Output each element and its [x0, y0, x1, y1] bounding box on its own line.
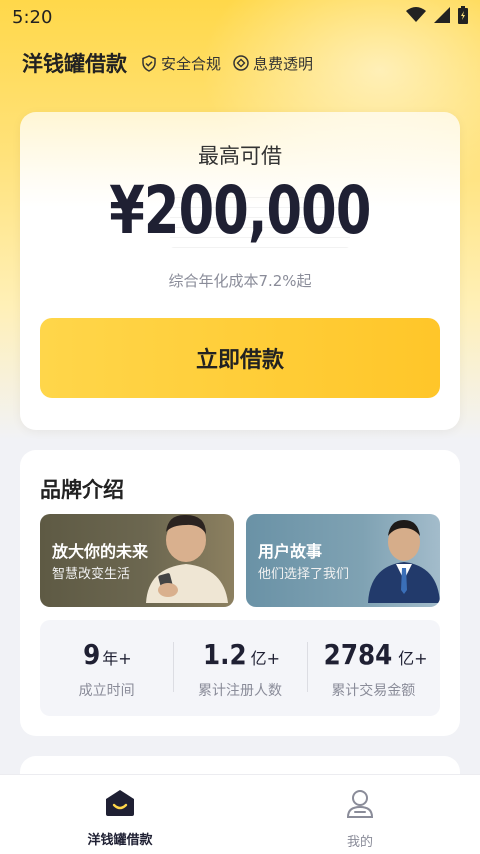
- app-header: 洋钱罐借款 安全合规 息费透明: [22, 46, 458, 80]
- stat-value: 9 年+: [40, 638, 173, 672]
- shield-check-icon: [141, 54, 157, 72]
- tab-label: 我的: [346, 835, 373, 850]
- stat-value: 1.2 亿+: [173, 638, 306, 672]
- stat-years: 9 年+ 成立时间: [40, 620, 173, 716]
- diamond-icon: [233, 55, 249, 71]
- loan-limit-card: 最高可借 ¥200,000 综合年化成本7.2%起 立即借款: [20, 112, 460, 430]
- signal-icon: [434, 7, 450, 27]
- promo-banner-user-stories[interactable]: 用户故事 他们选择了我们: [246, 514, 440, 607]
- tab-profile[interactable]: 我的: [240, 775, 480, 854]
- brand-intro-title: 品牌介绍: [40, 478, 124, 502]
- stat-number: 2784: [323, 638, 393, 671]
- promo-subtitle: 智慧改变生活: [52, 567, 131, 582]
- stat-number: 1.2: [202, 638, 247, 671]
- status-time: 5:20: [12, 6, 53, 28]
- battery-icon: [458, 6, 468, 28]
- stat-unit: 年+: [102, 649, 132, 668]
- promo-subtitle: 他们选择了我们: [258, 567, 350, 582]
- annual-rate-text: 综合年化成本7.2%起: [168, 272, 312, 290]
- tab-loan-home[interactable]: 洋钱罐借款: [0, 775, 240, 854]
- status-icons: [406, 6, 468, 28]
- stat-value: 2784 亿+: [307, 638, 440, 672]
- stat-label: 成立时间: [78, 683, 135, 699]
- stat-unit: 亿+: [250, 649, 280, 668]
- stat-label: 累计注册人数: [197, 683, 282, 699]
- tag-label: 安全合规: [161, 54, 222, 73]
- promo-title: 放大你的未来: [52, 542, 149, 561]
- app-title: 洋钱罐借款: [22, 52, 127, 76]
- stat-number: 9: [82, 638, 101, 671]
- status-bar: 5:20: [0, 0, 480, 34]
- bottom-tab-bar: 洋钱罐借款 我的: [0, 774, 480, 854]
- brand-intro-card: 品牌介绍 放大你的未来 智慧改变生活 用户故事 他们选择了我们 9 年+ 成立时…: [20, 450, 460, 736]
- tag-transparent-fees: 息费透明: [233, 53, 313, 74]
- businessman-image: [360, 514, 440, 607]
- promo-banner-future[interactable]: 放大你的未来 智慧改变生活: [40, 514, 234, 607]
- max-loan-amount: ¥200,000: [109, 172, 371, 249]
- profile-icon: [346, 789, 374, 823]
- wifi-icon: [406, 7, 426, 27]
- tag-label: 息费透明: [253, 54, 314, 73]
- stat-transaction-volume: 2784 亿+ 累计交易金额: [306, 620, 440, 716]
- tag-safe-compliant: 安全合规: [141, 53, 221, 74]
- borrow-now-button[interactable]: 立即借款: [40, 318, 440, 398]
- amount-wrapper: ¥200,000: [20, 172, 460, 249]
- brand-stats: 9 年+ 成立时间 1.2 亿+ 累计注册人数 2784 亿+ 累计交易金额: [40, 620, 440, 716]
- stat-registered-users: 1.2 亿+ 累计注册人数: [173, 620, 306, 716]
- stat-unit: 亿+: [398, 649, 428, 668]
- stat-label: 累计交易金额: [331, 683, 416, 699]
- promo-title: 用户故事: [258, 542, 323, 561]
- home-icon: [105, 789, 135, 821]
- tab-label: 洋钱罐借款: [87, 833, 153, 848]
- max-borrow-label: 最高可借: [198, 144, 282, 168]
